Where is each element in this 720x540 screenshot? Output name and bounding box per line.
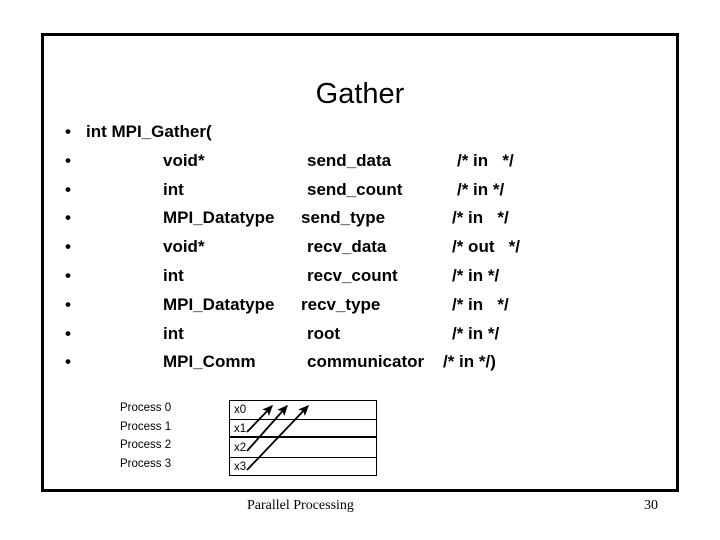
param-comment: /* in */ bbox=[457, 150, 514, 170]
param-comment: /* out */ bbox=[452, 237, 520, 257]
list-item: • void* send_data /* in */ bbox=[56, 147, 656, 176]
bullet-icon: • bbox=[65, 294, 71, 314]
page-title: Gather bbox=[315, 78, 405, 110]
bullet-icon: • bbox=[65, 150, 71, 170]
param-name: communicator bbox=[307, 352, 425, 372]
process-label-3: Process 3 bbox=[120, 457, 172, 470]
slide: Gather • int MPI_Gather( • void* send_da… bbox=[0, 0, 720, 540]
data-grid: x0 x1 x2 x3 bbox=[229, 400, 377, 476]
code-head: int MPI_Gather( bbox=[86, 122, 212, 141]
process-label-2: Process 2 bbox=[120, 439, 172, 451]
table-row: x0 bbox=[230, 401, 376, 420]
table-row: x3 bbox=[230, 458, 376, 477]
param-type: MPI_Datatype bbox=[163, 208, 275, 228]
table-row: x2 bbox=[230, 439, 376, 458]
function-signature-list: • int MPI_Gather( • void* send_data /* i… bbox=[56, 118, 656, 377]
bullet-icon: • bbox=[65, 122, 71, 141]
cell-value-3: x3 bbox=[234, 460, 247, 473]
param-name: send_count bbox=[307, 179, 403, 199]
list-item: • void* recv_data /* out */ bbox=[56, 233, 656, 262]
param-name: root bbox=[307, 323, 341, 343]
bullet-icon: • bbox=[65, 179, 71, 199]
list-item: • MPI_Datatype send_type /* in */ bbox=[56, 204, 656, 233]
bullet-icon: • bbox=[65, 265, 71, 285]
param-name: send_data bbox=[307, 150, 392, 170]
param-type: void* bbox=[163, 237, 205, 257]
bullet-icon: • bbox=[65, 237, 71, 257]
list-item: • int recv_count /* in */ bbox=[56, 262, 656, 291]
param-comment: /* in */ bbox=[452, 323, 500, 343]
param-name: recv_count bbox=[307, 265, 398, 285]
cell-value-2: x2 bbox=[234, 442, 247, 454]
cell-value-0: x0 bbox=[234, 404, 247, 416]
param-type: MPI_Comm bbox=[163, 352, 256, 372]
process-label-1: Process 1 bbox=[120, 420, 172, 433]
gather-diagram: Process 0 Process 1 Process 2 Process 3 … bbox=[120, 396, 390, 482]
param-comment: /* in */ bbox=[452, 294, 509, 314]
param-type: int bbox=[163, 265, 184, 285]
param-comment: /* in */ bbox=[452, 265, 500, 285]
table-row: x1 bbox=[230, 420, 376, 438]
param-comment: /* in */ bbox=[452, 208, 509, 228]
list-item: • MPI_Comm communicator /* in */) bbox=[56, 348, 656, 377]
param-comment: /* in */) bbox=[443, 352, 496, 372]
bullet-icon: • bbox=[65, 352, 71, 372]
process-label-0: Process 0 bbox=[120, 402, 172, 414]
param-name: send_type bbox=[301, 208, 386, 228]
param-name: recv_type bbox=[301, 294, 381, 314]
list-item: • int MPI_Gather( bbox=[56, 118, 656, 147]
footer-title: Parallel Processing bbox=[247, 498, 354, 513]
param-type: int bbox=[163, 179, 184, 199]
param-type: void* bbox=[163, 150, 205, 170]
param-type: int bbox=[163, 323, 184, 343]
cell-value-1: x1 bbox=[234, 422, 247, 435]
bullet-icon: • bbox=[65, 323, 71, 343]
list-item: • int root /* in */ bbox=[56, 320, 656, 349]
list-item: • int send_count /* in */ bbox=[56, 176, 656, 205]
param-comment: /* in */ bbox=[457, 179, 505, 199]
page-number: 30 bbox=[644, 498, 658, 513]
list-item: • MPI_Datatype recv_type /* in */ bbox=[56, 291, 656, 320]
param-type: MPI_Datatype bbox=[163, 294, 275, 314]
bullet-icon: • bbox=[65, 208, 71, 228]
param-name: recv_data bbox=[307, 237, 387, 257]
